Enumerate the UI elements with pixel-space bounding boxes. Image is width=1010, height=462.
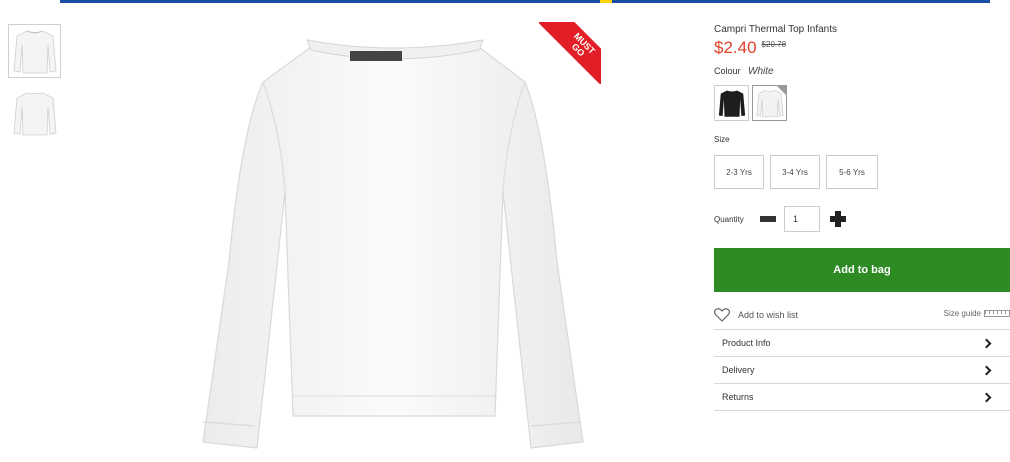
thumbnail-front[interactable]: [8, 24, 61, 78]
badge-text: MUST GO: [569, 30, 598, 59]
product-title: Campri Thermal Top Infants: [714, 24, 838, 35]
quantity-input[interactable]: 1: [784, 206, 820, 232]
current-price: $2.40: [714, 38, 757, 57]
product-image: [185, 22, 600, 454]
wish-list-row: Add to wish list Size guide: [714, 306, 1010, 324]
accordion-label: Delivery: [722, 365, 755, 375]
quantity-label: Quantity: [714, 214, 744, 224]
size-2-3-yrs[interactable]: 2-3 Yrs: [714, 155, 764, 189]
original-price: $20.78: [761, 40, 787, 49]
accordion-returns[interactable]: Returns: [714, 384, 1010, 411]
accordion-label: Product Info: [722, 338, 771, 348]
accordion-product-info[interactable]: Product Info: [714, 330, 1010, 357]
chevron-right-icon: [981, 392, 992, 402]
selected-colour: White: [748, 66, 774, 77]
size-3-4-yrs[interactable]: 3-4 Yrs: [770, 155, 820, 189]
chevron-right-icon: [981, 365, 992, 375]
decrease-quantity-button[interactable]: [760, 216, 776, 222]
colour-label: Colour: [714, 66, 741, 76]
colour-row: Colour White: [714, 66, 1010, 77]
add-to-wish-list-link[interactable]: Add to wish list: [738, 310, 798, 320]
top-bar-accent: [600, 0, 612, 3]
thumbnail-list: [8, 24, 62, 148]
price-row: $2.40 $20.78: [714, 38, 1010, 60]
info-accordion: Product Info Delivery Returns: [714, 329, 1010, 411]
size-label: Size: [714, 135, 730, 144]
heart-icon[interactable]: [714, 308, 730, 322]
size-guide-label: Size guide: [943, 309, 981, 318]
product-details-panel: Campri Thermal Top Infants $2.40 $20.78 …: [714, 22, 1010, 411]
ruler-icon: [984, 310, 1010, 317]
chevron-right-icon: [981, 338, 992, 348]
swatch-white[interactable]: [752, 85, 787, 121]
must-go-badge: MUST GO: [539, 22, 601, 84]
add-to-bag-button[interactable]: Add to bag: [714, 248, 1010, 292]
colour-swatches: [714, 85, 1010, 121]
quantity-row: Quantity 1: [714, 206, 1010, 232]
accordion-label: Returns: [722, 392, 754, 402]
accordion-delivery[interactable]: Delivery: [714, 357, 1010, 384]
size-5-6-yrs[interactable]: 5-6 Yrs: [826, 155, 878, 189]
size-options: 2-3 Yrs 3-4 Yrs 5-6 Yrs: [714, 155, 1010, 189]
increase-quantity-button[interactable]: [830, 211, 846, 227]
thumbnail-back[interactable]: [8, 86, 61, 140]
swatch-black[interactable]: [714, 85, 749, 121]
size-guide-link[interactable]: Size guide: [944, 309, 1010, 318]
top-bar: [60, 0, 990, 3]
